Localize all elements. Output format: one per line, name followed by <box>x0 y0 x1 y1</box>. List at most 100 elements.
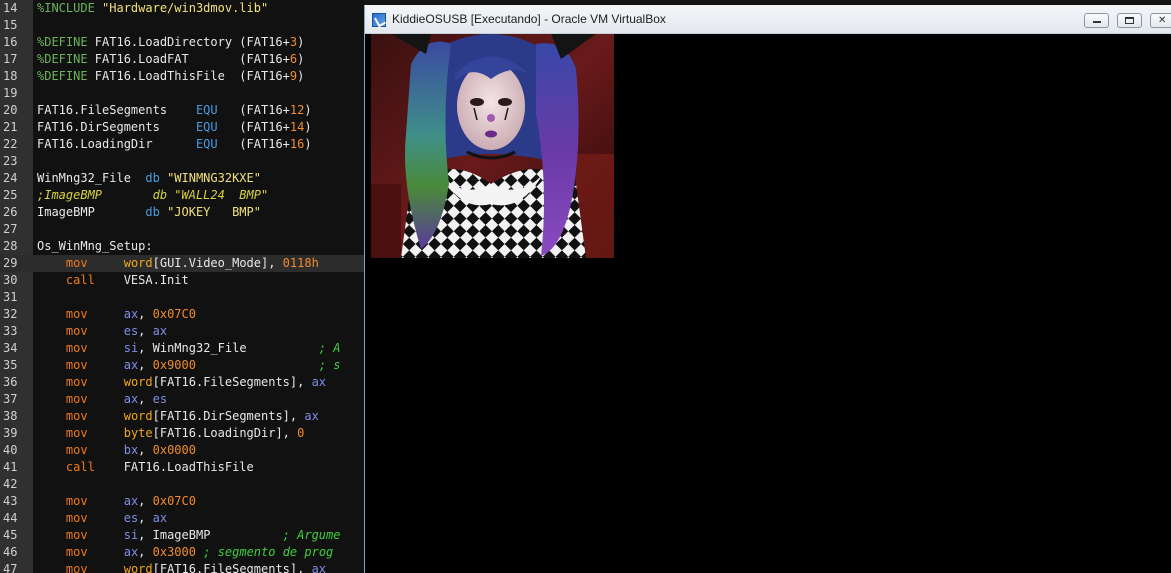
code-line[interactable]: 26 ImageBMP db "JOKEY BMP" <box>0 204 364 221</box>
line-code: mov word[FAT16.FileSegments], ax <box>37 374 326 391</box>
code-token: ax <box>152 324 168 338</box>
line-code: mov bx, 0x0000 <box>37 442 196 459</box>
minimize-button[interactable] <box>1084 13 1109 28</box>
code-token: , WinMng32_File <box>138 341 319 355</box>
close-button[interactable]: ✕ <box>1150 13 1171 28</box>
code-token: [FAT16.FileSegments], <box>152 375 312 389</box>
code-line[interactable]: 43 mov ax, 0x07C0 <box>0 493 364 510</box>
code-token: word <box>123 562 153 573</box>
code-line[interactable]: 31 <box>0 289 364 306</box>
code-token: es <box>123 511 139 525</box>
code-line[interactable]: 20 FAT16.FileSegments EQU (FAT16+12) <box>0 102 364 119</box>
line-number: 25 <box>3 188 18 202</box>
code-line-current[interactable]: 29 mov word[GUI.Video_Mode], 0118h <box>0 255 364 272</box>
code-line[interactable]: 19 <box>0 85 364 102</box>
code-token: ) <box>304 103 312 117</box>
code-token: mov <box>65 494 88 508</box>
code-token: , <box>138 324 153 338</box>
code-token: VESA.Init <box>94 273 189 287</box>
code-line[interactable]: 36 mov word[FAT16.FileSegments], ax <box>0 374 364 391</box>
guest-display[interactable] <box>365 34 1171 573</box>
code-line[interactable]: 22 FAT16.LoadingDir EQU (FAT16+16) <box>0 136 364 153</box>
code-line[interactable]: 40 mov bx, 0x0000 <box>0 442 364 459</box>
code-line[interactable]: 44 mov es, ax <box>0 510 364 527</box>
maximize-icon <box>1125 17 1134 24</box>
code-line[interactable]: 21 FAT16.DirSegments EQU (FAT16+14) <box>0 119 364 136</box>
code-line[interactable]: 27 <box>0 221 364 238</box>
code-line[interactable]: 33 mov es, ax <box>0 323 364 340</box>
line-code: FAT16.FileSegments EQU (FAT16+12) <box>37 102 312 119</box>
code-line[interactable]: 24 WinMng32_File db "WINMNG32KXE" <box>0 170 364 187</box>
code-line[interactable]: 28 Os_WinMng_Setup: <box>0 238 364 255</box>
code-token: [GUI.Video_Mode], <box>152 256 283 270</box>
line-number: 45 <box>3 528 18 542</box>
code-token: ) <box>304 120 312 134</box>
line-number: 46 <box>3 545 18 559</box>
line-number: 26 <box>3 205 18 219</box>
code-token: EQU <box>195 103 218 117</box>
code-token: FAT16.DirSegments <box>37 120 196 134</box>
line-number: 43 <box>3 494 18 508</box>
code-line[interactable]: 45 mov si, ImageBMP ; Argume <box>0 527 364 544</box>
code-line[interactable]: 14 %INCLUDE "Hardware/win3dmov.lib" <box>0 0 364 17</box>
code-token: , <box>138 511 153 525</box>
code-line[interactable]: 37 mov ax, es <box>0 391 364 408</box>
code-token: ax <box>123 545 139 559</box>
code-token: , ImageBMP <box>138 528 283 542</box>
code-line[interactable]: 46 mov ax, 0x3000 ; segmento de prog <box>0 544 364 561</box>
code-token: , <box>138 443 153 457</box>
code-line[interactable]: 42 <box>0 476 364 493</box>
code-line[interactable]: 32 mov ax, 0x07C0 <box>0 306 364 323</box>
line-code: mov es, ax <box>37 510 167 527</box>
code-line[interactable]: 17 %DEFINE FAT16.LoadFAT (FAT16+6) <box>0 51 364 68</box>
code-token: word <box>123 256 153 270</box>
maximize-button[interactable] <box>1117 13 1142 28</box>
code-line[interactable]: 25 ;ImageBMP db "WALL24 BMP" <box>0 187 364 204</box>
code-token: 0x0000 <box>152 443 196 457</box>
window-titlebar[interactable]: KiddieOSUSB [Executando] - Oracle VM Vir… <box>365 5 1171 34</box>
code-token: "JOKEY BMP" <box>167 205 261 219</box>
line-number: 40 <box>3 443 18 457</box>
code-token: mov <box>65 562 88 573</box>
clown-portrait-image <box>371 34 614 258</box>
code-token: si <box>123 528 139 542</box>
code-line[interactable]: 16 %DEFINE FAT16.LoadDirectory (FAT16+3) <box>0 34 364 51</box>
code-line[interactable]: 41 call FAT16.LoadThisFile <box>0 459 364 476</box>
code-token: , <box>138 307 153 321</box>
code-token: mov <box>65 443 88 457</box>
code-line[interactable]: 30 call VESA.Init <box>0 272 364 289</box>
code-editor[interactable]: 14 %INCLUDE "Hardware/win3dmov.lib" 15 16 %D… <box>0 0 364 573</box>
code-line[interactable]: 47 mov word[FAT16.FileSegments], ax <box>0 561 364 573</box>
code-token: ; s <box>318 358 341 372</box>
code-line[interactable]: 15 <box>0 17 364 34</box>
code-token: %DEFINE <box>37 35 88 49</box>
code-token: word <box>123 375 153 389</box>
code-line[interactable]: 39 mov byte[FAT16.LoadingDir], 0 <box>0 425 364 442</box>
line-number: 27 <box>3 222 18 236</box>
virtualbox-window[interactable]: KiddieOSUSB [Executando] - Oracle VM Vir… <box>364 5 1171 573</box>
line-number: 44 <box>3 511 18 525</box>
code-line[interactable]: 18 %DEFINE FAT16.LoadThisFile (FAT16+9) <box>0 68 364 85</box>
code-line[interactable]: 35 mov ax, 0x9000 ; s <box>0 357 364 374</box>
code-token: ; Argume <box>282 528 341 542</box>
line-number: 24 <box>3 171 18 185</box>
code-line[interactable]: 34 mov si, WinMng32_File ; A <box>0 340 364 357</box>
code-lines[interactable]: 14 %INCLUDE "Hardware/win3dmov.lib" 15 16 %D… <box>0 0 364 573</box>
code-line[interactable]: 38 mov word[FAT16.DirSegments], ax <box>0 408 364 425</box>
code-token: mov <box>65 307 88 321</box>
code-token: 16 <box>289 137 305 151</box>
code-line[interactable]: 23 <box>0 153 364 170</box>
